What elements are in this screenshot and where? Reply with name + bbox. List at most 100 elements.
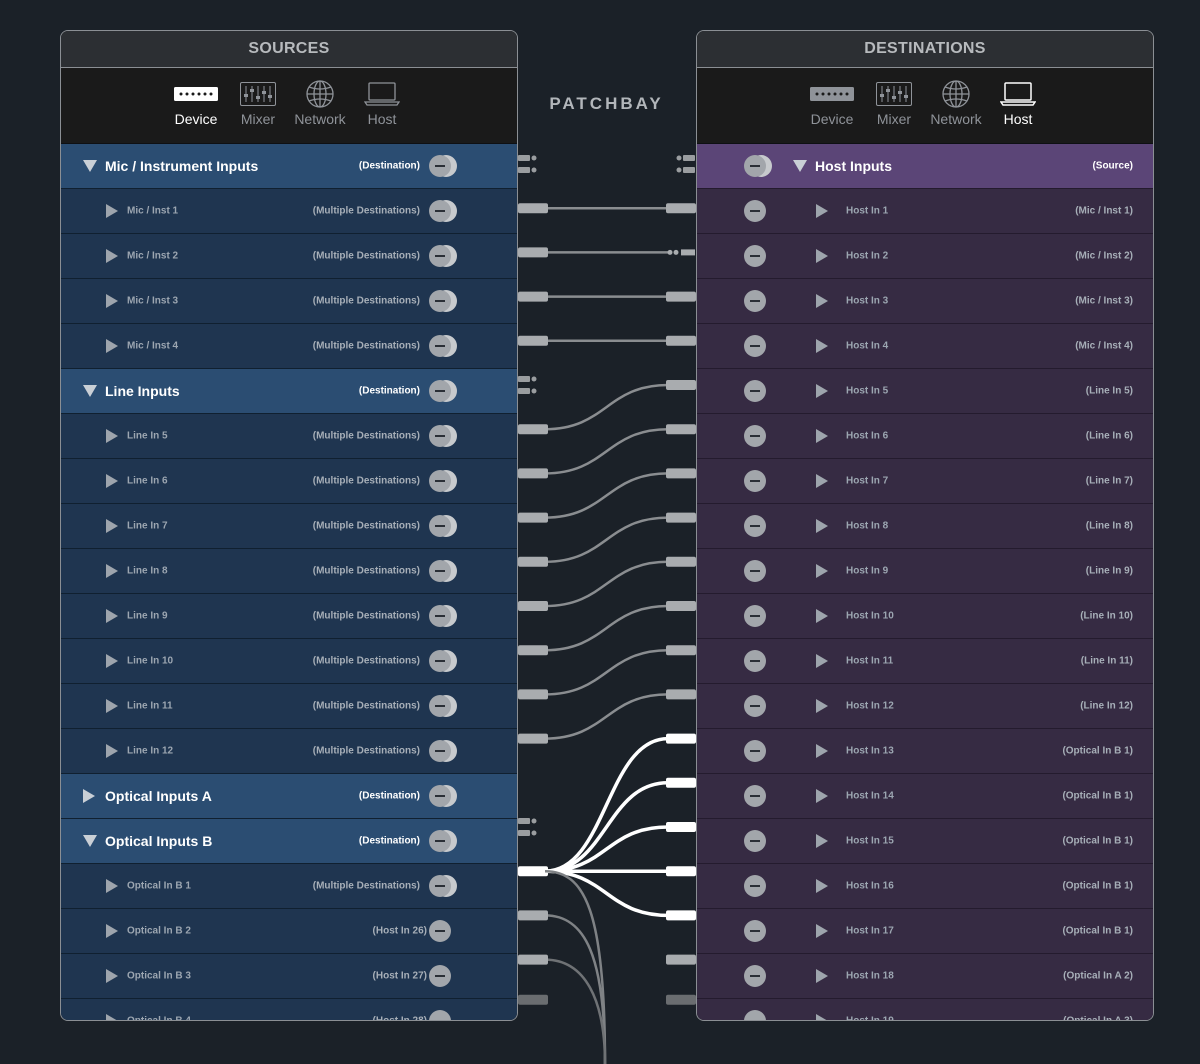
expand-triangle-icon[interactable] (106, 519, 118, 533)
expand-triangle-icon[interactable] (816, 204, 828, 218)
sources-group-row[interactable]: Optical Inputs A (Destination) (61, 774, 517, 819)
disconnect-button[interactable] (744, 425, 766, 447)
disconnect-button[interactable] (744, 560, 766, 582)
destinations-tab-network[interactable]: Network (928, 68, 984, 143)
destinations-row[interactable]: Host In 7 (Line In 7) (697, 459, 1153, 504)
destinations-row[interactable]: Host In 16 (Optical In B 1) (697, 864, 1153, 909)
destinations-row[interactable]: Host In 2 (Mic / Inst 2) (697, 234, 1153, 279)
expand-triangle-icon[interactable] (816, 744, 828, 758)
destinations-row[interactable]: Host In 14 (Optical In B 1) (697, 774, 1153, 819)
expand-triangle-icon[interactable] (816, 969, 828, 983)
sources-row[interactable]: Optical In B 4 (Host In 28) (61, 999, 517, 1020)
destinations-row[interactable]: Host In 19 (Optical In A 3) (697, 999, 1153, 1020)
disconnect-button[interactable] (744, 695, 766, 717)
disconnect-button[interactable] (744, 785, 766, 807)
sources-row[interactable]: Line In 7 (Multiple Destinations) (61, 504, 517, 549)
expand-triangle-icon[interactable] (816, 519, 828, 533)
sources-group-row[interactable]: Optical Inputs B (Destination) (61, 819, 517, 864)
collapse-triangle-icon[interactable] (83, 835, 97, 847)
expand-triangle-icon[interactable] (816, 879, 828, 893)
sources-row[interactable]: Line In 10 (Multiple Destinations) (61, 639, 517, 684)
disconnect-button[interactable] (429, 515, 451, 537)
disconnect-button[interactable] (429, 830, 451, 852)
disconnect-button[interactable] (744, 290, 766, 312)
destinations-row[interactable]: Host In 15 (Optical In B 1) (697, 819, 1153, 864)
expand-triangle-icon[interactable] (83, 789, 95, 803)
disconnect-button[interactable] (429, 245, 451, 267)
sources-row[interactable]: Mic / Inst 3 (Multiple Destinations) (61, 279, 517, 324)
sources-row[interactable]: Line In 6 (Multiple Destinations) (61, 459, 517, 504)
collapse-triangle-icon[interactable] (83, 385, 97, 397)
destinations-tab-mixer[interactable]: Mixer (866, 68, 922, 143)
destinations-row[interactable]: Host In 12 (Line In 12) (697, 684, 1153, 729)
expand-triangle-icon[interactable] (816, 384, 828, 398)
sources-row[interactable]: Line In 12 (Multiple Destinations) (61, 729, 517, 774)
disconnect-button[interactable] (429, 380, 451, 402)
disconnect-button[interactable] (744, 740, 766, 762)
expand-triangle-icon[interactable] (106, 654, 118, 668)
collapse-triangle-icon[interactable] (83, 160, 97, 172)
disconnect-button[interactable] (429, 785, 451, 807)
disconnect-button[interactable] (744, 335, 766, 357)
destinations-row[interactable]: Host In 10 (Line In 10) (697, 594, 1153, 639)
expand-triangle-icon[interactable] (816, 564, 828, 578)
expand-triangle-icon[interactable] (106, 969, 118, 983)
disconnect-button[interactable] (429, 425, 451, 447)
sources-group-row[interactable]: Line Inputs (Destination) (61, 369, 517, 414)
expand-triangle-icon[interactable] (106, 429, 118, 443)
disconnect-button[interactable] (744, 875, 766, 897)
disconnect-button[interactable] (429, 605, 451, 627)
sources-row[interactable]: Optical In B 3 (Host In 27) (61, 954, 517, 999)
destinations-row[interactable]: Host In 5 (Line In 5) (697, 369, 1153, 414)
sources-row[interactable]: Line In 8 (Multiple Destinations) (61, 549, 517, 594)
sources-tab-mixer[interactable]: Mixer (230, 68, 286, 143)
expand-triangle-icon[interactable] (816, 249, 828, 263)
disconnect-button[interactable] (744, 605, 766, 627)
expand-triangle-icon[interactable] (816, 294, 828, 308)
expand-triangle-icon[interactable] (106, 699, 118, 713)
disconnect-button[interactable] (744, 245, 766, 267)
destinations-row[interactable]: Host In 13 (Optical In B 1) (697, 729, 1153, 774)
expand-triangle-icon[interactable] (816, 429, 828, 443)
sources-row[interactable]: Optical In B 1 (Multiple Destinations) (61, 864, 517, 909)
expand-triangle-icon[interactable] (106, 744, 118, 758)
expand-triangle-icon[interactable] (816, 789, 828, 803)
expand-triangle-icon[interactable] (816, 699, 828, 713)
expand-triangle-icon[interactable] (816, 609, 828, 623)
sources-row[interactable]: Line In 11 (Multiple Destinations) (61, 684, 517, 729)
destinations-row[interactable]: Host In 8 (Line In 8) (697, 504, 1153, 549)
expand-triangle-icon[interactable] (106, 564, 118, 578)
expand-triangle-icon[interactable] (106, 1014, 118, 1020)
disconnect-button[interactable] (744, 470, 766, 492)
destinations-row[interactable]: Host In 1 (Mic / Inst 1) (697, 189, 1153, 234)
expand-triangle-icon[interactable] (106, 474, 118, 488)
disconnect-button[interactable] (744, 965, 766, 987)
expand-triangle-icon[interactable] (106, 204, 118, 218)
destinations-row[interactable]: Host In 11 (Line In 11) (697, 639, 1153, 684)
sources-tab-host[interactable]: Host (354, 68, 410, 143)
disconnect-button[interactable] (744, 1010, 766, 1020)
expand-triangle-icon[interactable] (106, 294, 118, 308)
destinations-row[interactable]: Host In 17 (Optical In B 1) (697, 909, 1153, 954)
disconnect-button[interactable] (744, 200, 766, 222)
destinations-row[interactable]: Host In 4 (Mic / Inst 4) (697, 324, 1153, 369)
sources-row[interactable]: Line In 5 (Multiple Destinations) (61, 414, 517, 459)
disconnect-button[interactable] (744, 155, 766, 177)
disconnect-button[interactable] (429, 695, 451, 717)
disconnect-button[interactable] (429, 290, 451, 312)
sources-group-row[interactable]: Mic / Instrument Inputs (Destination) (61, 144, 517, 189)
expand-triangle-icon[interactable] (816, 474, 828, 488)
disconnect-button[interactable] (429, 875, 451, 897)
destinations-row[interactable]: Host In 9 (Line In 9) (697, 549, 1153, 594)
destinations-row[interactable]: Host In 6 (Line In 6) (697, 414, 1153, 459)
disconnect-button[interactable] (429, 335, 451, 357)
disconnect-button[interactable] (429, 560, 451, 582)
disconnect-button[interactable] (429, 1010, 451, 1020)
collapse-triangle-icon[interactable] (793, 160, 807, 172)
sources-tab-device[interactable]: Device (168, 68, 224, 143)
disconnect-button[interactable] (744, 380, 766, 402)
disconnect-button[interactable] (744, 830, 766, 852)
expand-triangle-icon[interactable] (816, 834, 828, 848)
disconnect-button[interactable] (429, 200, 451, 222)
disconnect-button[interactable] (429, 740, 451, 762)
